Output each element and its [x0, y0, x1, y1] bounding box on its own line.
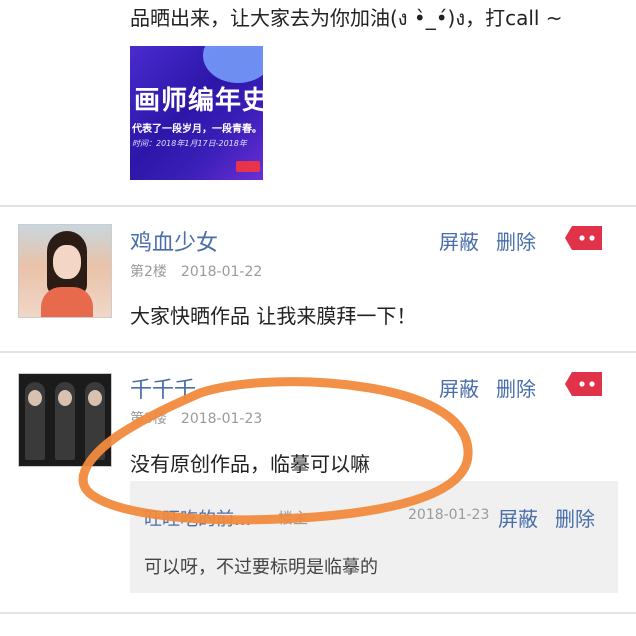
block-button[interactable]: 屏蔽: [439, 226, 479, 255]
comment-username[interactable]: 千千千: [130, 372, 196, 404]
delete-button[interactable]: 删除: [496, 373, 536, 402]
comment-meta: 第2楼 2018-01-22: [130, 261, 262, 281]
report-flag-icon[interactable]: [564, 224, 604, 252]
divider: [0, 612, 636, 614]
post-text: 品晒出来，让大家去为你加油(ง •̀_•́)ง，打call ~: [130, 6, 563, 30]
image-decoration: [203, 46, 263, 83]
divider: [0, 205, 636, 207]
reply-delete-button[interactable]: 删除: [555, 503, 595, 532]
comment-thread: 品晒出来，让大家去为你加油(ง •̀_•́)ง，打call ~ 画师编年史 代表…: [0, 0, 636, 636]
avatar[interactable]: [18, 224, 112, 318]
block-button[interactable]: 屏蔽: [439, 373, 479, 402]
report-flag-icon[interactable]: [564, 370, 604, 398]
divider: [0, 351, 636, 353]
delete-button[interactable]: 删除: [496, 226, 536, 255]
comment-text: 大家快晒作品 让我来膜拜一下！: [130, 304, 417, 328]
image-logo: [236, 161, 260, 172]
reply-box: 旺旺吃的前... 楼主 2018-01-23 屏蔽 删除 可以呀，不过要标明是临…: [130, 481, 618, 593]
image-subline: 代表了一段岁月，一段青春。: [132, 124, 262, 135]
image-dates: 时间：2018年1月17日-2018年: [132, 139, 247, 148]
comment-floor: 第2楼: [130, 264, 167, 280]
comment-floor: 第3楼: [130, 411, 167, 427]
reply-text: 可以呀，不过要标明是临摹的: [144, 557, 378, 578]
comment-meta: 第3楼 2018-01-23: [130, 408, 262, 428]
comment-date: 2018-01-22: [180, 264, 263, 280]
reply-date: 2018-01-23: [408, 507, 490, 523]
reply-role-badge: 楼主: [278, 509, 309, 527]
reply-block-button[interactable]: 屏蔽: [498, 503, 538, 532]
avatar[interactable]: [18, 373, 112, 467]
image-headline: 画师编年史: [134, 86, 263, 116]
comment-date: 2018-01-23: [180, 411, 263, 427]
reply-username[interactable]: 旺旺吃的前...: [144, 505, 251, 531]
comment-username[interactable]: 鸡血少女: [130, 225, 218, 257]
comment-text: 没有原创作品，临摹可以嘛: [130, 452, 370, 476]
post-image[interactable]: 画师编年史 代表了一段岁月，一段青春。 时间：2018年1月17日-2018年: [130, 46, 263, 180]
